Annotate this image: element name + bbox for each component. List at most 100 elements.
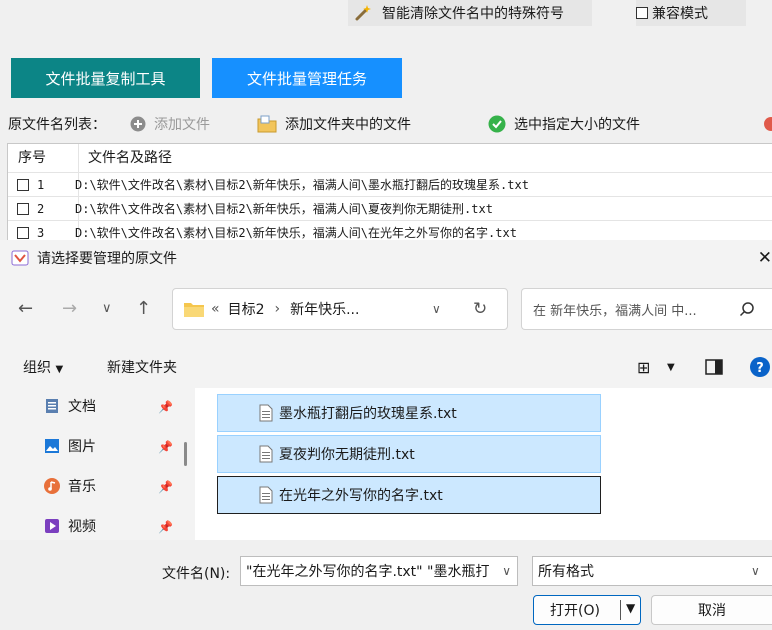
row-checkbox[interactable]	[17, 226, 29, 239]
pin-icon[interactable]: 📌	[158, 400, 173, 414]
table-row[interactable]: 1 D:\软件\文件改名\素材\目标2\新年快乐，福满人间\墨水瓶打翻后的玫瑰星…	[8, 172, 772, 196]
recent-locations-chevron-icon[interactable]: ∨	[102, 301, 112, 316]
search-placeholder: 在 新年快乐，福满人间 中...	[533, 303, 697, 319]
file-item[interactable]: 墨水瓶打翻后的玫瑰星系.txt	[217, 394, 601, 432]
folder-icon	[184, 303, 204, 317]
clear-special-chars-label: 智能清除文件名中的特殊符号	[382, 6, 564, 22]
nav-item-documents[interactable]: 文档	[44, 394, 96, 418]
compat-mode-checkbox[interactable]: 兼容模式	[636, 0, 746, 26]
breadcrumb-item[interactable]: 新年快乐...	[290, 299, 359, 319]
cancel-button[interactable]: 取消	[651, 595, 772, 625]
cancel-button-label: 取消	[698, 603, 726, 619]
file-type-select[interactable]: 所有格式 ∨	[532, 556, 772, 586]
dialog-title-bar: 请选择要管理的原文件 ✕	[0, 240, 772, 276]
check-circle-icon	[488, 115, 506, 133]
file-table: 序号 文件名及路径 1 D:\软件\文件改名\素材\目标2\新年快乐，福满人间\…	[7, 143, 772, 243]
pin-icon[interactable]: 📌	[158, 520, 173, 534]
nav-item-pictures[interactable]: 图片	[44, 434, 96, 458]
tab-batch-copy-label: 文件批量复制工具	[45, 69, 166, 88]
address-dropdown-icon[interactable]: ∨	[432, 302, 441, 316]
music-icon	[44, 478, 60, 494]
filename-input[interactable]: "在光年之外写你的名字.txt" "墨水瓶打 ∨	[240, 556, 518, 586]
nav-pane-scrollbar[interactable]	[184, 442, 187, 466]
back-arrow-icon[interactable]: ←	[18, 298, 33, 319]
nav-item-music[interactable]: 音乐	[44, 474, 96, 498]
document-icon	[46, 399, 58, 413]
picture-icon	[45, 439, 59, 453]
preview-pane-icon[interactable]	[705, 359, 723, 375]
magic-wand-icon	[355, 5, 371, 21]
table-row[interactable]: 2 D:\软件\文件改名\素材\目标2\新年快乐，福满人间\夏夜判你无期徒刑.t…	[8, 196, 772, 220]
nav-item-label: 文档	[68, 399, 96, 415]
add-file-label: 添加文件	[154, 117, 210, 133]
add-icon	[130, 116, 146, 132]
file-list-pane: 墨水瓶打翻后的玫瑰星系.txt 夏夜判你无期徒刑.txt 在光年之外写你的名字.…	[195, 388, 772, 540]
file-name: 夏夜判你无期徒刑.txt	[279, 447, 415, 463]
row-path: D:\软件\文件改名\素材\目标2\新年快乐，福满人间\夏夜判你无期徒刑.txt	[75, 202, 493, 216]
nav-item-label: 图片	[68, 439, 96, 455]
open-button[interactable]: 打开(O) ▼	[533, 595, 641, 625]
row-checkbox[interactable]	[17, 178, 29, 191]
breadcrumb-separator-icon: ›	[274, 301, 281, 317]
forward-arrow-icon[interactable]: →	[62, 298, 77, 319]
refresh-icon[interactable]: ↻	[473, 299, 487, 319]
search-icon[interactable]	[739, 301, 755, 317]
up-arrow-icon[interactable]: ↑	[136, 298, 151, 319]
pin-icon[interactable]: 📌	[158, 480, 173, 494]
nav-item-label: 音乐	[68, 479, 96, 495]
open-button-label: 打开(O)	[550, 603, 600, 619]
file-item[interactable]: 在光年之外写你的名字.txt	[217, 476, 601, 514]
row-path: D:\软件\文件改名\素材\目标2\新年快乐，福满人间\在光年之外写你的名字.t…	[75, 226, 517, 240]
file-type-value: 所有格式	[538, 564, 594, 580]
compat-mode-label: 兼容模式	[652, 6, 708, 22]
pin-icon[interactable]: 📌	[158, 440, 173, 454]
file-name: 在光年之外写你的名字.txt	[279, 488, 443, 504]
help-icon[interactable]: ?	[750, 357, 770, 377]
open-dropdown-icon[interactable]: ▼	[626, 601, 635, 615]
tab-batch-manage[interactable]: 文件批量管理任务	[212, 58, 402, 98]
search-input[interactable]: 在 新年快乐，福满人间 中...	[521, 288, 772, 330]
file-item[interactable]: 夏夜判你无期徒刑.txt	[217, 435, 601, 473]
text-file-icon	[259, 486, 273, 504]
add-folder-label: 添加文件夹中的文件	[285, 117, 411, 133]
navigation-pane: 文档 📌 图片 📌 音乐 📌 视频 📌	[0, 388, 195, 540]
dialog-title: 请选择要管理的原文件	[37, 251, 177, 267]
text-file-icon	[259, 445, 273, 463]
file-type-dropdown-icon[interactable]: ∨	[751, 564, 760, 578]
nav-item-videos[interactable]: 视频	[44, 514, 96, 538]
address-bar[interactable]: « 目标2 › 新年快乐... ∨ ↻	[172, 288, 508, 330]
tab-batch-manage-label: 文件批量管理任务	[246, 69, 367, 88]
open-file-dialog: 请选择要管理的原文件 ✕ ← → ∨ ↑ « 目标2 › 新年快乐... ∨ ↻…	[0, 240, 772, 630]
row-path: D:\软件\文件改名\素材\目标2\新年快乐，福满人间\墨水瓶打翻后的玫瑰星系.…	[75, 178, 529, 192]
file-list-toolbar: 原文件名列表： 添加文件 添加文件夹中的文件 选中指定大小的文件	[0, 111, 772, 137]
filename-value: "在光年之外写你的名字.txt" "墨水瓶打	[246, 564, 490, 580]
view-grid-icon[interactable]: ⊞	[637, 358, 650, 377]
dialog-footer: 文件名(N): "在光年之外写你的名字.txt" "墨水瓶打 ∨ 所有格式 ∨ …	[0, 540, 772, 630]
column-header-path[interactable]: 文件名及路径	[88, 144, 172, 172]
compat-mode-box[interactable]	[636, 7, 648, 19]
organize-label: 组织	[23, 360, 51, 376]
breadcrumb-item[interactable]: 目标2	[228, 299, 265, 319]
command-bar: 组织 ▼ 新建文件夹 ⊞ ▼ ?	[0, 346, 772, 388]
new-folder-button[interactable]: 新建文件夹	[107, 357, 177, 377]
organize-menu[interactable]: 组织 ▼	[23, 357, 63, 377]
file-list-label: 原文件名列表：	[8, 117, 106, 133]
tab-batch-copy[interactable]: 文件批量复制工具	[11, 58, 200, 98]
add-file-button[interactable]: 添加文件	[130, 111, 210, 137]
view-dropdown-icon[interactable]: ▼	[667, 362, 675, 373]
row-index: 2	[37, 201, 45, 216]
clear-special-chars-button[interactable]: 智能清除文件名中的特殊符号	[348, 0, 592, 26]
breadcrumb-overflow[interactable]: «	[211, 301, 220, 317]
text-file-icon	[259, 404, 273, 422]
close-icon[interactable]: ✕	[758, 248, 772, 268]
add-folder-button[interactable]: 添加文件夹中的文件	[257, 111, 411, 137]
column-header-index[interactable]: 序号	[18, 144, 46, 172]
row-checkbox[interactable]	[17, 202, 29, 215]
chevron-down-icon: ▼	[55, 364, 64, 375]
remove-icon[interactable]	[764, 117, 772, 131]
svg-text:?: ?	[756, 361, 764, 376]
filename-dropdown-icon[interactable]: ∨	[502, 564, 511, 578]
navigation-row: ← → ∨ ↑ « 目标2 › 新年快乐... ∨ ↻ 在 新年快乐，福满人间 …	[0, 276, 772, 342]
select-by-size-button[interactable]: 选中指定大小的文件	[488, 111, 640, 137]
nav-item-label: 视频	[68, 519, 96, 535]
